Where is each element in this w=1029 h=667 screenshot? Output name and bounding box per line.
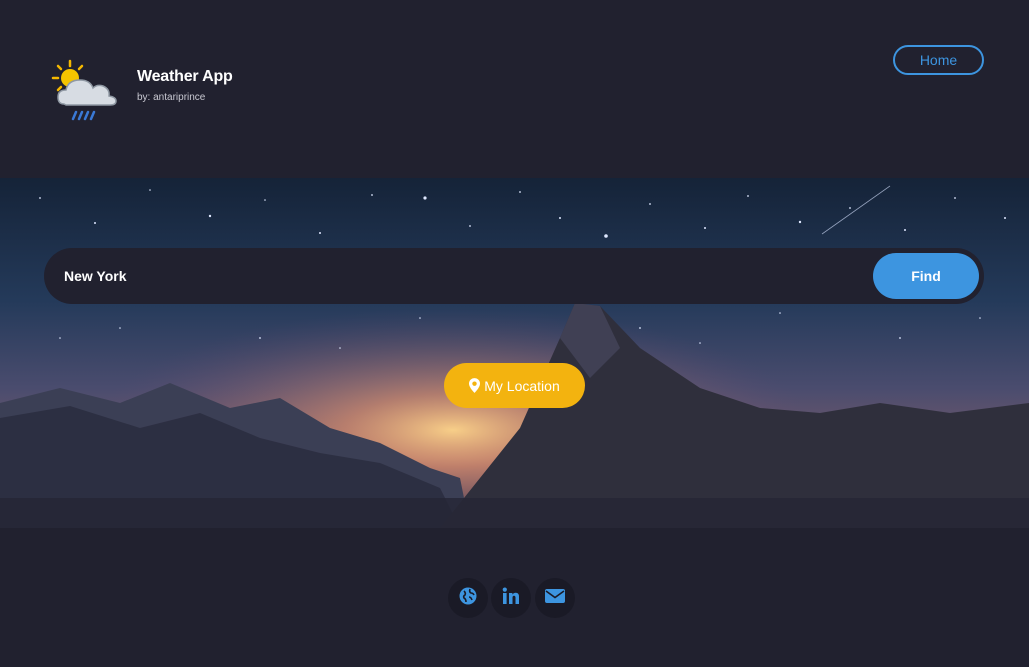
my-location-label: My Location: [484, 377, 560, 394]
home-button[interactable]: Home: [893, 45, 984, 75]
map-marker-icon: [469, 378, 481, 393]
search-bar: Find: [44, 248, 984, 304]
my-location-button[interactable]: My Location: [444, 363, 585, 408]
city-search-input[interactable]: [64, 248, 864, 304]
footer: [0, 528, 1029, 667]
mountain-background-image: [0, 178, 1029, 528]
website-link[interactable]: [448, 578, 488, 618]
find-button[interactable]: Find: [873, 253, 979, 299]
linkedin-link[interactable]: [491, 578, 531, 618]
linkedin-icon: [502, 587, 520, 610]
hero-section: Find My Location: [0, 178, 1029, 528]
header: Weather App by: antariprince Home: [0, 0, 1029, 178]
sun-cloud-rain-icon: [50, 58, 120, 124]
email-link[interactable]: [535, 578, 575, 618]
globe-icon: [459, 587, 477, 610]
app-author: by: antariprince: [137, 92, 206, 103]
brand: Weather App by: antariprince: [137, 68, 233, 103]
envelope-icon: [545, 588, 565, 609]
app-title: Weather App: [137, 68, 233, 85]
